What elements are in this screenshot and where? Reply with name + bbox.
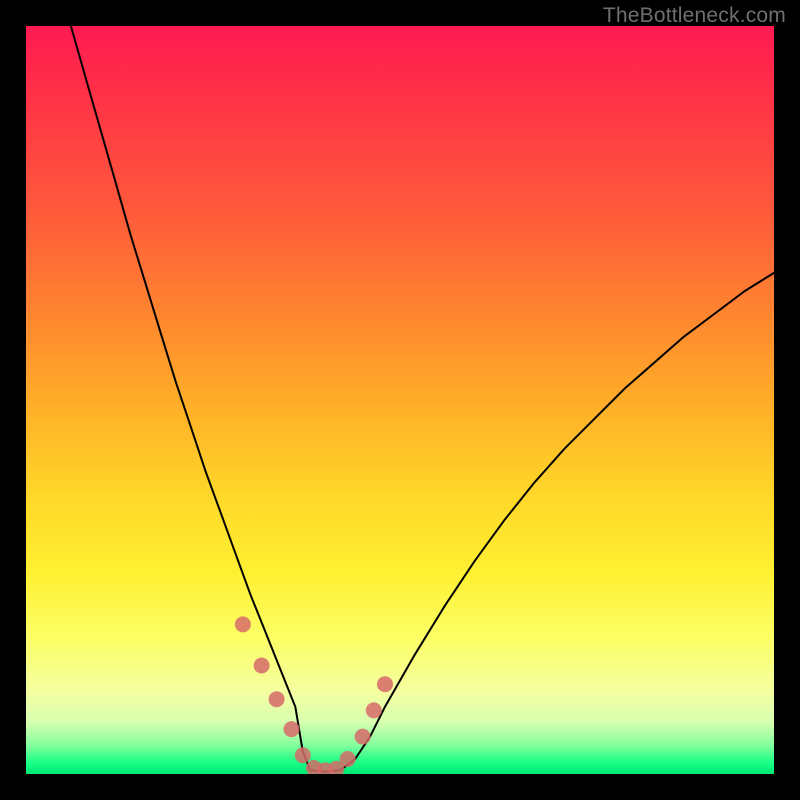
bottleneck-curve	[71, 26, 774, 772]
marker-dot	[355, 729, 371, 745]
marker-dot	[295, 747, 311, 763]
marker-dot	[254, 658, 270, 674]
chart-frame: TheBottleneck.com	[0, 0, 800, 800]
marker-dot	[284, 721, 300, 737]
plot-area	[26, 26, 774, 774]
watermark-text: TheBottleneck.com	[603, 4, 786, 28]
highlight-markers	[235, 616, 393, 774]
marker-dot	[340, 751, 356, 767]
marker-dot	[377, 676, 393, 692]
curve-layer	[26, 26, 774, 774]
marker-dot	[235, 616, 251, 632]
marker-dot	[269, 691, 285, 707]
marker-dot	[366, 702, 382, 718]
